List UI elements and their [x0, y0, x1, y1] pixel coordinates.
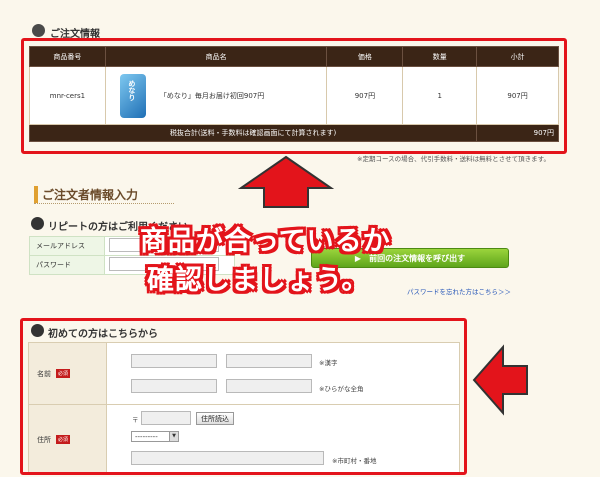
left-arrow-icon: [472, 344, 528, 416]
customer-section-title: ご注文者情報入力: [34, 186, 138, 203]
annotation-line-2: 確認しましょう。: [147, 265, 370, 296]
chevron-down-icon: [31, 217, 44, 230]
registration-highlight-box: [20, 318, 467, 475]
forgot-password-link[interactable]: パスワードを忘れた方はこちら＞＞: [407, 286, 511, 296]
order-footnote: ※定期コースの場合、代引手数料・送料は無料とさせて頂きます。: [357, 155, 550, 163]
password-label: パスワード: [29, 255, 105, 275]
order-highlight-box: [21, 38, 567, 154]
section-divider: [34, 203, 174, 204]
up-arrow-icon: [238, 155, 334, 208]
email-label: メールアドレス: [29, 236, 105, 256]
annotation-line-1: 商品が合っているか: [140, 226, 391, 257]
headset-icon: [32, 24, 45, 37]
